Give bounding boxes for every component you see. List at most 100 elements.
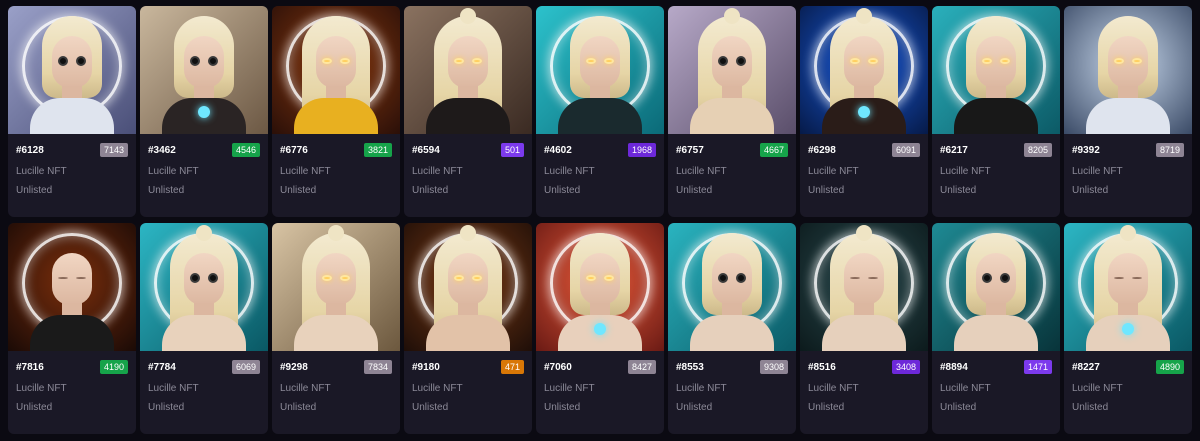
rarity-rank-badge: 3408 [891,360,920,374]
left-eye [1114,58,1124,64]
outfit [822,315,906,351]
card-info: #8516 3408 Lucille NFT Unlisted [800,351,928,413]
card-info: #9298 7834 Lucille NFT Unlisted [272,351,400,413]
nft-card[interactable]: #7816 4190 Lucille NFT Unlisted [8,223,136,434]
outfit [954,98,1038,134]
nft-card[interactable]: #6298 6091 Lucille NFT Unlisted [800,6,928,217]
face [52,36,92,88]
token-id: #6594 [412,144,440,156]
token-id: #8553 [676,361,704,373]
left-eye [586,275,596,281]
nft-artwork[interactable] [932,223,1060,351]
rarity-rank-badge: 9308 [759,360,788,374]
face [580,253,620,305]
listing-status: Unlisted [412,402,449,413]
nft-artwork[interactable] [272,6,400,134]
nft-artwork[interactable] [272,223,400,351]
face [52,253,92,305]
nft-card[interactable]: #6594 501 Lucille NFT Unlisted [404,6,532,217]
nft-artwork[interactable] [536,223,664,351]
nft-artwork[interactable] [404,223,532,351]
listing-status: Unlisted [1072,402,1109,413]
right-eye [736,56,746,66]
nft-artwork[interactable] [1064,6,1192,134]
collection-name: Lucille NFT [1072,166,1123,177]
nft-card[interactable]: #9298 7834 Lucille NFT Unlisted [272,223,400,434]
rarity-rank-badge: 4546 [231,143,260,157]
listing-status: Unlisted [412,185,449,196]
nft-card[interactable]: #9392 8719 Lucille NFT Unlisted [1064,6,1192,217]
left-eye [322,58,332,64]
rarity-rank-badge: 471 [500,360,524,374]
face [712,36,752,88]
nft-card[interactable]: #7060 8427 Lucille NFT Unlisted [536,223,664,434]
right-eye [868,58,878,64]
nft-artwork[interactable] [536,6,664,134]
listing-status: Unlisted [808,402,845,413]
nft-artwork[interactable] [668,6,796,134]
nft-artwork[interactable] [800,223,928,351]
collection-name: Lucille NFT [280,383,331,394]
nft-artwork[interactable] [8,223,136,351]
nft-artwork[interactable] [140,6,268,134]
chest-gem [858,106,870,118]
nft-card[interactable]: #8227 4890 Lucille NFT Unlisted [1064,223,1192,434]
card-info: #4602 1968 Lucille NFT Unlisted [536,134,664,196]
nft-card[interactable]: #8553 9308 Lucille NFT Unlisted [668,223,796,434]
rarity-rank-badge: 4667 [759,143,788,157]
nft-artwork[interactable] [140,223,268,351]
nft-card[interactable]: #3462 4546 Lucille NFT Unlisted [140,6,268,217]
rarity-rank-badge: 8205 [1023,143,1052,157]
collection-name: Lucille NFT [676,383,727,394]
nft-artwork[interactable] [8,6,136,134]
nft-card[interactable]: #9180 471 Lucille NFT Unlisted [404,223,532,434]
collection-name: Lucille NFT [676,166,727,177]
left-eye [454,58,464,64]
nft-card[interactable]: #6217 8205 Lucille NFT Unlisted [932,6,1060,217]
face [712,253,752,305]
card-info: #6776 3821 Lucille NFT Unlisted [272,134,400,196]
chest-gem [198,106,210,118]
nft-card[interactable]: #6776 3821 Lucille NFT Unlisted [272,6,400,217]
listing-status: Unlisted [676,402,713,413]
nft-artwork[interactable] [800,6,928,134]
nft-card[interactable]: #7784 6069 Lucille NFT Unlisted [140,223,268,434]
nft-card[interactable]: #8894 1471 Lucille NFT Unlisted [932,223,1060,434]
nft-card[interactable]: #4602 1968 Lucille NFT Unlisted [536,6,664,217]
outfit [30,315,114,351]
hair-bun [460,8,476,24]
card-info: #8894 1471 Lucille NFT Unlisted [932,351,1060,413]
outfit [30,98,114,134]
nft-artwork[interactable] [1064,223,1192,351]
nft-card[interactable]: #6757 4667 Lucille NFT Unlisted [668,6,796,217]
right-eye [604,58,614,64]
face [316,36,356,88]
nft-artwork[interactable] [404,6,532,134]
token-id: #6298 [808,144,836,156]
rarity-rank-badge: 3821 [363,143,392,157]
card-info: #6298 6091 Lucille NFT Unlisted [800,134,928,196]
token-id: #9298 [280,361,308,373]
collection-name: Lucille NFT [148,166,199,177]
nft-card[interactable]: #8516 3408 Lucille NFT Unlisted [800,223,928,434]
nft-artwork[interactable] [932,6,1060,134]
rarity-rank-badge: 8427 [627,360,656,374]
right-eye [1000,273,1010,283]
card-info: #8553 9308 Lucille NFT Unlisted [668,351,796,413]
left-eye [190,273,200,283]
left-eye [718,273,728,283]
token-id: #8894 [940,361,968,373]
nft-card[interactable]: #6128 7143 Lucille NFT Unlisted [8,6,136,217]
collection-name: Lucille NFT [544,383,595,394]
left-eye [718,56,728,66]
card-info: #8227 4890 Lucille NFT Unlisted [1064,351,1192,413]
hair-bun [856,225,872,241]
listing-status: Unlisted [808,185,845,196]
left-eye [1114,277,1124,279]
rarity-rank-badge: 1471 [1023,360,1052,374]
token-id: #4602 [544,144,572,156]
right-eye [208,56,218,66]
card-info: #3462 4546 Lucille NFT Unlisted [140,134,268,196]
face [844,253,884,305]
nft-artwork[interactable] [668,223,796,351]
